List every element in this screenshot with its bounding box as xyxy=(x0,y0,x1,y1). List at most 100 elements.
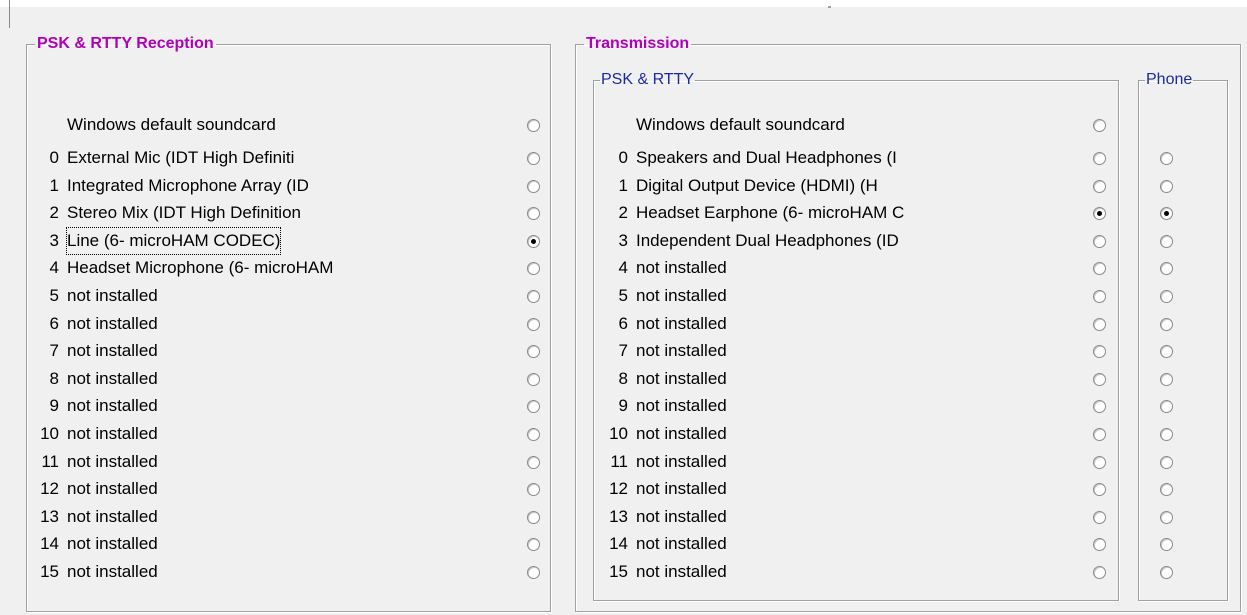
transmit-device-radio[interactable] xyxy=(1093,511,1106,524)
reception-device-index: 14 xyxy=(40,534,59,553)
transmit-default-label: Windows default soundcard xyxy=(636,115,845,134)
transmit-device-label: Digital Output Device (HDMI) (H xyxy=(636,176,878,195)
reception-device-row: 13 not installed xyxy=(31,504,158,530)
transmit-device-radio[interactable] xyxy=(1093,262,1106,275)
reception-device-radio[interactable] xyxy=(527,428,540,441)
reception-default-radio[interactable] xyxy=(527,119,540,132)
reception-title: PSK & RTTY Reception xyxy=(37,35,214,52)
transmit-device-row: 5 not installed xyxy=(600,283,727,309)
top-strip xyxy=(0,0,1247,7)
reception-device-radio[interactable] xyxy=(527,207,540,220)
reception-device-row: 2 Stereo Mix (IDT High Definition xyxy=(31,200,301,226)
phone-device-radio[interactable] xyxy=(1160,373,1173,386)
phone-device-radio[interactable] xyxy=(1160,290,1173,303)
transmit-device-label: not installed xyxy=(636,479,727,498)
transmit-device-label: not installed xyxy=(636,396,727,415)
reception-device-radio[interactable] xyxy=(527,400,540,413)
psk-rtty-title: PSK & RTTY xyxy=(601,71,695,88)
reception-device-row: 7 not installed xyxy=(31,338,158,364)
transmit-device-radio[interactable] xyxy=(1093,152,1106,165)
phone-device-radio[interactable] xyxy=(1160,456,1173,469)
transmit-device-radio[interactable] xyxy=(1093,400,1106,413)
phone-device-radio[interactable] xyxy=(1160,152,1173,165)
transmit-device-index: 7 xyxy=(618,341,628,360)
reception-device-row: 0 External Mic (IDT High Definiti xyxy=(31,145,295,171)
reception-device-index: 13 xyxy=(40,507,59,526)
phone-device-radio[interactable] xyxy=(1160,318,1173,331)
transmit-device-row: 14 not installed xyxy=(600,531,727,557)
phone-device-radio[interactable] xyxy=(1160,483,1173,496)
reception-device-radio[interactable] xyxy=(527,511,540,524)
transmit-device-index: 15 xyxy=(609,562,628,581)
phone-device-radio[interactable] xyxy=(1160,207,1173,220)
reception-device-radio[interactable] xyxy=(527,262,540,275)
transmit-device-index: 11 xyxy=(610,452,628,471)
transmit-device-radio[interactable] xyxy=(1093,566,1106,579)
transmit-device-radio[interactable] xyxy=(1093,318,1106,331)
transmit-device-radio[interactable] xyxy=(1093,345,1106,358)
reception-device-index: 2 xyxy=(49,203,59,222)
transmit-device-index: 4 xyxy=(618,258,628,277)
transmit-device-label: not installed xyxy=(636,369,727,388)
transmit-device-radio[interactable] xyxy=(1093,456,1106,469)
transmit-device-radio[interactable] xyxy=(1093,428,1106,441)
phone-device-radio[interactable] xyxy=(1160,262,1173,275)
reception-device-index: 12 xyxy=(40,479,59,498)
transmit-device-row: 6 not installed xyxy=(600,311,727,337)
reception-device-row: 6 not installed xyxy=(31,311,158,337)
reception-device-row: 14 not installed xyxy=(31,531,158,557)
phone-device-radio[interactable] xyxy=(1160,428,1173,441)
transmit-device-label: Headset Earphone (6- microHAM C xyxy=(636,203,905,222)
transmit-device-label: not installed xyxy=(636,534,727,553)
reception-device-radio[interactable] xyxy=(527,290,540,303)
reception-device-label: not installed xyxy=(67,396,158,415)
phone-device-radio[interactable] xyxy=(1160,538,1173,551)
transmit-device-index: 5 xyxy=(618,286,628,305)
transmit-device-label: not installed xyxy=(636,424,727,443)
reception-device-index: 11 xyxy=(41,452,59,471)
reception-device-radio[interactable] xyxy=(527,235,540,248)
phone-device-radio[interactable] xyxy=(1160,566,1173,579)
reception-device-label: not installed xyxy=(67,369,158,388)
transmit-device-radio[interactable] xyxy=(1093,235,1106,248)
transmit-device-row: 10 not installed xyxy=(600,421,727,447)
reception-device-radio[interactable] xyxy=(527,483,540,496)
reception-device-row: 12 not installed xyxy=(31,476,158,502)
reception-device-label: Integrated Microphone Array (ID xyxy=(67,176,309,195)
reception-device-row: 11 not installed xyxy=(31,449,157,475)
reception-device-radio[interactable] xyxy=(527,566,540,579)
phone-subgroup: Phone xyxy=(1138,71,1228,601)
reception-device-radio[interactable] xyxy=(527,456,540,469)
phone-device-radio[interactable] xyxy=(1160,511,1173,524)
reception-device-radio[interactable] xyxy=(527,180,540,193)
reception-device-index: 6 xyxy=(49,314,59,333)
transmit-device-row: 1 Digital Output Device (HDMI) (H xyxy=(600,173,878,199)
transmit-device-radio[interactable] xyxy=(1093,290,1106,303)
phone-device-radio[interactable] xyxy=(1160,345,1173,358)
reception-device-label: Stereo Mix (IDT High Definition xyxy=(67,203,301,222)
transmit-device-index: 8 xyxy=(618,369,628,388)
transmit-device-radio[interactable] xyxy=(1093,373,1106,386)
transmit-device-label: not installed xyxy=(636,314,727,333)
reception-device-index: 7 xyxy=(49,341,59,360)
phone-device-radio[interactable] xyxy=(1160,235,1173,248)
transmit-device-label: not installed xyxy=(636,258,727,277)
reception-device-radio[interactable] xyxy=(527,345,540,358)
transmit-device-radio[interactable] xyxy=(1093,538,1106,551)
reception-device-radio[interactable] xyxy=(527,538,540,551)
transmit-default-radio[interactable] xyxy=(1093,119,1106,132)
transmit-device-row: 9 not installed xyxy=(600,393,727,419)
transmit-device-radio[interactable] xyxy=(1093,207,1106,220)
reception-device-radio[interactable] xyxy=(527,152,540,165)
transmit-device-label: not installed xyxy=(636,286,727,305)
transmit-device-radio[interactable] xyxy=(1093,483,1106,496)
transmit-device-index: 10 xyxy=(609,424,628,443)
reception-device-radio[interactable] xyxy=(527,318,540,331)
reception-device-radio[interactable] xyxy=(527,373,540,386)
phone-device-radio[interactable] xyxy=(1160,180,1173,193)
reception-device-index: 0 xyxy=(49,148,59,167)
transmit-device-radio[interactable] xyxy=(1093,180,1106,193)
phone-device-radio[interactable] xyxy=(1160,400,1173,413)
transmit-device-label: not installed xyxy=(636,507,727,526)
reception-device-label: not installed xyxy=(67,286,158,305)
